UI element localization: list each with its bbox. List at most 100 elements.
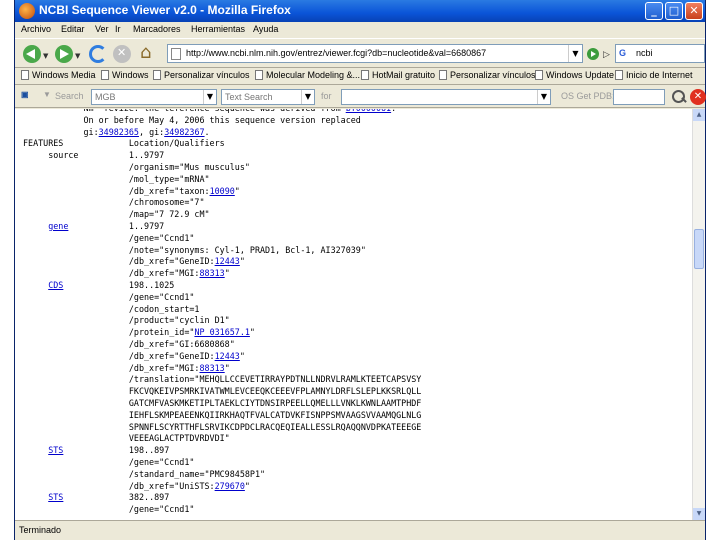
google-g-icon[interactable]: G [619, 48, 626, 58]
ncbi-logo-icon[interactable]: ▣ [21, 90, 29, 99]
xref-link[interactable]: bY0000061 [346, 109, 391, 113]
minimize-button[interactable]: _ [645, 2, 663, 20]
menu-herramientas[interactable]: Herramientas [191, 24, 245, 34]
close-button[interactable]: ✕ [685, 2, 703, 20]
menu-ir[interactable]: Ir [115, 24, 121, 34]
ncbi-search-input[interactable]: ▼ [341, 89, 551, 105]
sequence-text: /gene="Ccnd1" [23, 291, 195, 302]
sequence-text: /organism="Mus musculus" [23, 161, 250, 172]
xref-link[interactable]: 34982365 [99, 127, 139, 137]
search-icon[interactable] [671, 89, 687, 105]
scroll-thumb[interactable] [694, 229, 704, 269]
bookmark-personalizar-vinculos[interactable]: Personalizar vínculos [153, 70, 250, 80]
sequence-line: /db_xref="GI:6680868" [23, 339, 421, 351]
page-icon [101, 70, 109, 80]
ncbi-menu-dropdown-icon[interactable]: ▼ [43, 90, 51, 99]
bookmark-label: Personalizar vínculos [450, 70, 536, 80]
forward-arrow-icon[interactable] [55, 45, 73, 63]
bookmark-windows-media[interactable]: Windows Media [21, 70, 96, 80]
sequence-line: /db_xref="UniSTS:279670" [23, 481, 421, 493]
sequence-text: 1..9797 [68, 220, 165, 231]
url-bar[interactable]: http://www.ncbi.nlm.nih.gov/entrez/viewe… [167, 44, 583, 63]
firefox-icon [19, 3, 35, 19]
page-icon [535, 70, 543, 80]
browser-window: NCBI Sequence Viewer v2.0 - Mozilla Fire… [14, 0, 706, 540]
reload-icon[interactable] [89, 45, 107, 63]
scroll-down-icon[interactable]: ▼ [693, 508, 705, 520]
go-button-icon[interactable] [587, 48, 599, 60]
ncbi-database-select[interactable]: MGB ▼ [91, 89, 217, 105]
xref-link[interactable]: STS [48, 492, 63, 502]
sequence-line: gi:34982365, gi:34982367. [23, 127, 421, 139]
sequence-text [23, 445, 48, 455]
xref-link[interactable]: CDS [48, 280, 63, 290]
xref-link[interactable]: 10090 [210, 186, 235, 196]
page-icon [439, 70, 447, 80]
menu-marcadores[interactable]: Marcadores [133, 24, 181, 34]
bookmark-label: Windows [112, 70, 149, 80]
ncbi-search-label[interactable]: Search [55, 91, 84, 101]
xref-link[interactable]: 34982367 [164, 127, 204, 137]
bookmark-personalizar-vinculos-2[interactable]: Personalizar vínculos [439, 70, 536, 80]
xref-link[interactable]: 88313 [199, 363, 224, 373]
sequence-line: /gene="Ccnd1" [23, 457, 421, 469]
bookmark-windows-update[interactable]: Windows Update [535, 70, 614, 80]
xref-link[interactable]: 88313 [199, 268, 224, 278]
sequence-text [23, 221, 48, 231]
vertical-scrollbar[interactable]: ▲ ▼ [692, 109, 705, 520]
xref-link[interactable]: gene [48, 221, 68, 231]
bookmark-windows[interactable]: Windows [101, 70, 149, 80]
title-bar: NCBI Sequence Viewer v2.0 - Mozilla Fire… [15, 0, 705, 22]
menu-ayuda[interactable]: Ayuda [253, 24, 278, 34]
xref-link[interactable]: 279670 [215, 481, 245, 491]
menu-archivo[interactable]: Archivo [21, 24, 51, 34]
bookmark-label: Personalizar vínculos [164, 70, 250, 80]
sequence-text: /mol_type="mRNA" [23, 173, 210, 184]
search-input[interactable]: G ncbi [615, 44, 705, 63]
forward-dropdown-icon[interactable]: ▼ [75, 52, 80, 60]
sequence-text: " [224, 268, 230, 279]
home-icon[interactable] [139, 42, 157, 63]
xref-link[interactable]: 12443 [215, 351, 240, 361]
sequence-line: FEATURES Location/Qualifiers [23, 138, 421, 150]
bookmark-label: Inicio de Internet [626, 70, 693, 80]
navigation-toolbar: ▼ ▼ http://www.ncbi.nlm.nih.gov/entrez/v… [15, 38, 705, 68]
sequence-text: Nm fevize. lhe teference sequence was de… [23, 109, 346, 113]
sequence-line: /note="synonyms: Cyl-1, PRAD1, Bcl-1, AI… [23, 245, 421, 257]
bookmark-hotmail[interactable]: HotMail gratuito [361, 70, 435, 80]
sequence-text: 198..1025 [63, 279, 175, 290]
sequence-text: /protein_id=" [23, 327, 195, 338]
sequence-line: /gene="Ccnd1" [23, 292, 421, 304]
search-input-value[interactable]: ncbi [636, 48, 653, 58]
back-dropdown-icon[interactable]: ▼ [43, 52, 48, 60]
menu-ver[interactable]: Ver [95, 24, 109, 34]
bookmark-molecular-modeling[interactable]: Molecular Modeling &... [255, 70, 360, 80]
ncbi-database-value: MGB [95, 92, 116, 102]
ncbi-search-type-select[interactable]: Text Search ▼ [221, 89, 315, 105]
bookmark-inicio-internet[interactable]: Inicio de Internet [615, 70, 693, 80]
xref-link[interactable]: STS [48, 445, 63, 455]
sequence-text: SPNNFLSCYRTTHFLSRVIKCDPDCLRACQEQIEALLESS… [23, 421, 422, 432]
xref-link[interactable]: 12443 [215, 256, 240, 266]
sequence-text: 382..897 [63, 492, 170, 503]
menu-editar[interactable]: Editar [61, 24, 85, 34]
url-dropdown-icon[interactable]: ▼ [568, 45, 582, 62]
page-icon [615, 70, 623, 80]
sequence-text: /db_xref="GI:6680868" [23, 338, 235, 349]
sequence-text: /chromosome="7" [23, 197, 205, 208]
maximize-button[interactable]: □ [665, 2, 683, 20]
url-text[interactable]: http://www.ncbi.nlm.nih.gov/entrez/viewe… [186, 48, 566, 58]
chevron-down-icon[interactable]: ▼ [203, 90, 216, 104]
xref-link[interactable]: NP_031657.1 [194, 327, 249, 337]
sequence-text: /gene="Ccnd1" [23, 504, 195, 515]
chevron-down-icon[interactable]: ▼ [301, 90, 314, 104]
stop-icon[interactable] [113, 45, 131, 63]
scroll-up-icon[interactable]: ▲ [693, 109, 705, 121]
back-arrow-icon[interactable] [23, 45, 41, 63]
chevron-down-icon[interactable]: ▼ [537, 90, 550, 104]
sequence-text: /db_xref="MGI: [23, 268, 200, 279]
bookmark-label: Windows Update [546, 70, 615, 80]
ncbi-pdb-input[interactable] [613, 89, 665, 105]
sequence-text: /map="7 72.9 cM" [23, 209, 210, 220]
close-toolbar-icon[interactable]: ✕ [690, 89, 706, 105]
